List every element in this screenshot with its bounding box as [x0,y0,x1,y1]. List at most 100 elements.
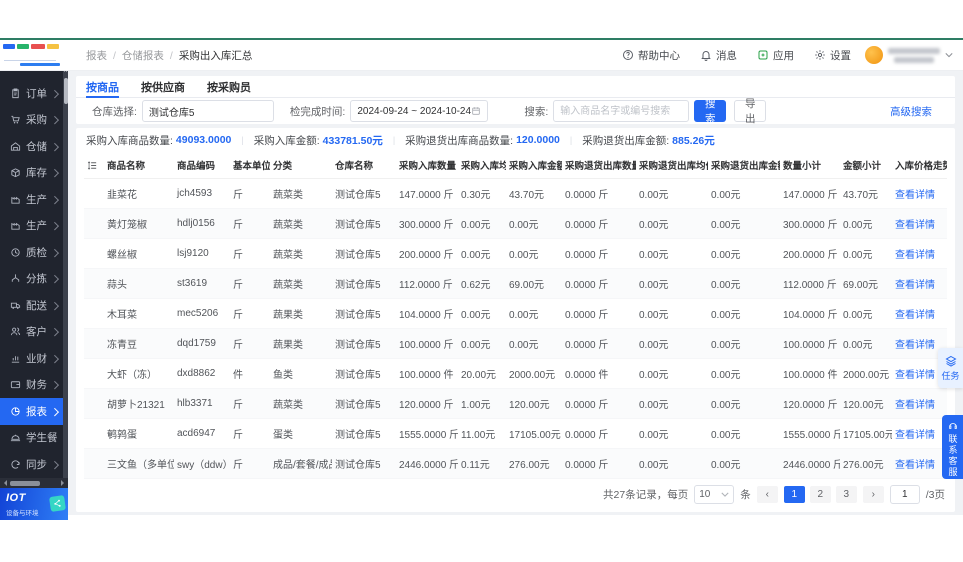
row-leading-cell [84,419,104,449]
table-row: 木耳菜 mec5206 斤 蔬果类 测试仓库5 104.0000 斤 0.00元… [84,299,947,329]
main-content: 按商品按供应商按采购员 仓库选择: 测试仓库5 检完成时间: 2024-09-2… [68,70,963,515]
view-details-link[interactable]: 查看详情 [895,340,935,351]
view-details-link[interactable]: 查看详情 [895,190,935,201]
layers-icon [945,355,957,367]
sidebar-item-business-finance[interactable]: 业财 [0,345,63,372]
sidebar-vertical-scrollbar[interactable]: ^ [63,70,68,478]
sidebar-item-reports[interactable]: 报表 [0,398,63,425]
prev-page-button[interactable]: ‹ [757,486,778,503]
cell-product-name: 木耳菜 [104,299,174,329]
cell-inbound-amount: 276.00元 [506,449,562,479]
settings-button[interactable]: 设置 [814,48,851,63]
sidebar-item-production-1[interactable]: 生产 [0,186,63,213]
page-jump-input[interactable] [890,485,920,504]
chevron-right-icon [51,460,59,468]
sidebar-item-student-meal[interactable]: 学生餐 [0,425,63,452]
sidebar-item-sorting[interactable]: 分拣 [0,266,63,293]
messages-button[interactable]: 消息 [700,48,737,63]
date-range-picker[interactable]: 2024-09-24 ~ 2024-10-24 [350,100,488,122]
cell-product-code: dqd1759 [174,329,230,359]
sidebar-item-delivery[interactable]: 配送 [0,292,63,319]
tab-by-buyer[interactable]: 按采购员 [207,76,251,97]
logo-chart-line [4,52,56,61]
task-float-button[interactable]: 任务 [938,348,963,388]
scroll-left-arrow-icon[interactable] [1,480,7,486]
cell-return-qty: 0.0000 件 [562,359,636,389]
customer-service-button[interactable]: 联系客服 [942,415,963,479]
sidebar-item-inventory[interactable]: 库存 [0,160,63,187]
breadcrumb: 报表仓储报表采购出入库汇总 [86,48,252,63]
cell-return-qty: 0.0000 斤 [562,239,636,269]
cell-inbound-avg-price: 0.30元 [458,179,506,209]
advanced-search-label: 高级搜索 [890,104,932,119]
view-details-link[interactable]: 查看详情 [895,250,935,261]
columns-icon[interactable] [87,160,98,171]
table-row: 蒜头 st3619 斤 蔬菜类 测试仓库5 112.0000 斤 0.62元 6… [84,269,947,299]
next-page-button[interactable]: › [863,486,884,503]
chevron-right-icon [51,328,59,336]
cell-category: 成品/套餐/成品 [270,449,332,479]
sidebar-item-warehouse[interactable]: 仓储 [0,133,63,160]
view-details-link[interactable]: 查看详情 [895,460,935,471]
cell-inbound-amount: 43.70元 [506,179,562,209]
column-header: 入库价格走势 [892,152,947,179]
tab-by-supplier[interactable]: 按供应商 [141,76,185,97]
sidebar-item-label: 财务 [26,377,47,392]
apps-button[interactable]: 应用 [757,48,794,63]
bell-icon [700,49,712,61]
sidebar-item-label: 学生餐 [26,430,58,445]
column-header: 金额小计 [840,152,892,179]
scrollbar-thumb[interactable] [64,78,68,104]
advanced-search-toggle[interactable]: 高级搜索 [890,104,943,119]
warehouse-select[interactable]: 测试仓库5 [142,100,274,122]
tab-by-product[interactable]: 按商品 [86,76,119,97]
page-button[interactable]: 2 [810,486,831,503]
cell-amount-subtotal: 17105.00元 [840,419,892,449]
sidebar-item-production-2[interactable]: 生产 [0,213,63,240]
cell-qty-subtotal: 300.0000 斤 [780,209,840,239]
breadcrumb-item[interactable]: 报表 [86,48,107,63]
sidebar-item-label: 分拣 [26,271,47,286]
search-label: 搜索: [524,104,548,119]
cell-inbound-avg-price: 0.00元 [458,299,506,329]
view-details-link[interactable]: 查看详情 [895,430,935,441]
iot-banner[interactable]: IOT 设备与环境 [0,488,68,520]
view-details-link[interactable]: 查看详情 [895,310,935,321]
breadcrumb-item[interactable]: 采购出入库汇总 [164,48,252,63]
view-details-link[interactable]: 查看详情 [895,400,935,411]
sidebar-item-label: 订单 [26,86,47,101]
sidebar-item-orders[interactable]: 订单 [0,80,63,107]
page-button[interactable]: 1 [784,486,805,503]
sidebar-item-customers[interactable]: 客户 [0,319,63,346]
cell-base-unit: 斤 [230,449,270,479]
search-input[interactable] [553,100,689,122]
sidebar-item-finance[interactable]: 财务 [0,372,63,399]
cell-warehouse: 测试仓库5 [332,269,396,299]
per-page-select[interactable]: 10 [694,485,734,504]
breadcrumb-item[interactable]: 仓储报表 [107,48,164,63]
scroll-up-arrow-icon[interactable]: ^ [63,71,68,76]
sidebar-item-quality[interactable]: 质检 [0,239,63,266]
user-menu[interactable] [865,46,953,64]
page-button[interactable]: 3 [836,486,857,503]
search-button[interactable]: 搜索 [694,100,726,122]
sidebar-item-purchase[interactable]: 采购 [0,107,63,134]
sidebar-horizontal-scrollbar[interactable] [0,478,68,488]
tab-label: 按供应商 [141,79,185,95]
chevron-right-icon [51,89,59,97]
summary-stat: 采购退货出库金额: 885.26元 [560,133,715,148]
clipboard-icon [10,88,21,99]
view-details-link[interactable]: 查看详情 [895,220,935,231]
sidebar-item-sync[interactable]: 同步 [0,451,63,478]
header-action-label: 消息 [716,48,737,63]
export-button[interactable]: 导出 [734,100,766,122]
report-table: 商品名称商品编码基本单位分类仓库名称采购入库数量采购入库均价采购入库金额采购退货… [84,152,947,479]
scroll-right-arrow-icon[interactable] [61,480,67,486]
scrollbar-thumb[interactable] [10,481,40,486]
view-details-link[interactable]: 查看详情 [895,370,935,381]
cell-category: 蔬果类 [270,329,332,359]
cell-qty-subtotal: 200.0000 斤 [780,239,840,269]
help-center-button[interactable]: 帮助中心 [622,48,680,63]
cell-return-amount: 0.00元 [708,209,780,239]
view-details-link[interactable]: 查看详情 [895,280,935,291]
